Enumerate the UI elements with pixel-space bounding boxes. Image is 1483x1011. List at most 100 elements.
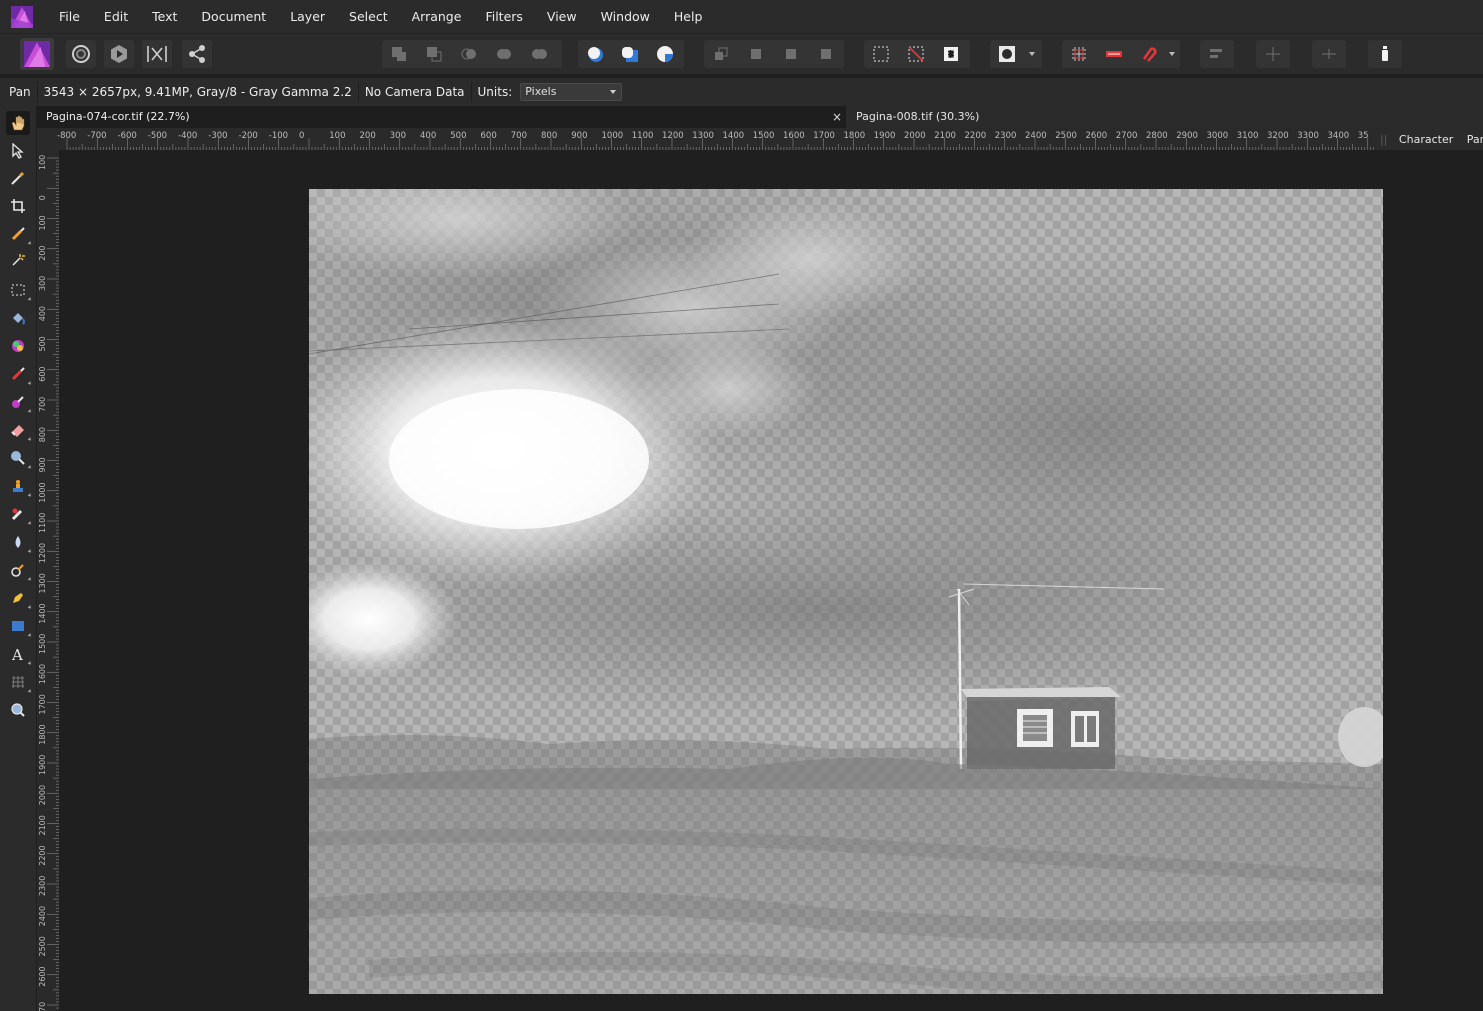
ruler-label: 1100	[38, 513, 47, 533]
boolean-subtract-button[interactable]	[419, 40, 449, 68]
boolean-intersect-button[interactable]	[454, 40, 484, 68]
ruler-label: 1200	[662, 131, 684, 141]
invert-selection-button[interactable]	[936, 40, 966, 68]
flood-select-tool[interactable]	[6, 248, 30, 272]
text-tool[interactable]: A	[6, 642, 33, 666]
menu-edit[interactable]: Edit	[92, 0, 140, 33]
horizontal-ruler[interactable]: -800 -700 -600 -500 -400 -300 -200 -100 0 100 200 3…	[37, 128, 1374, 150]
menu-filters[interactable]: Filters	[473, 0, 534, 33]
magnet-button[interactable]	[1134, 40, 1164, 68]
menu-select[interactable]: Select	[337, 0, 400, 33]
ruler-label: -800	[57, 131, 76, 141]
document-info: 3543 × 2657px, 9.41MP, Gray/8 - Gray Gam…	[43, 85, 352, 99]
boolean-divide-button[interactable]	[524, 40, 554, 68]
ruler-label: 200	[38, 245, 47, 260]
square-mask-button[interactable]	[615, 40, 645, 68]
move-tool[interactable]	[6, 139, 30, 163]
rectangle-tool[interactable]	[6, 614, 33, 638]
healing-brush-tool[interactable]	[6, 502, 33, 526]
text-tool-icon: A	[11, 646, 23, 662]
persona-tone-mapping-button[interactable]	[142, 40, 172, 68]
grid-button[interactable]	[1064, 40, 1094, 68]
gradient-tool[interactable]	[6, 334, 30, 358]
smudge-brush-tool[interactable]	[6, 558, 33, 582]
document-canvas[interactable]	[59, 150, 1483, 1011]
ruler-label: 1500	[38, 634, 47, 654]
menu-document[interactable]: Document	[189, 0, 278, 33]
camera-data: No Camera Data	[364, 85, 465, 99]
affinity-photo-logo-icon[interactable]	[11, 5, 33, 28]
marquee-tool[interactable]	[6, 278, 33, 302]
order-backward-button[interactable]	[741, 40, 771, 68]
ruler-label: -500	[148, 131, 167, 141]
persona-develop-button[interactable]	[104, 40, 134, 68]
mesh-warp-tool[interactable]	[6, 670, 33, 694]
ellipse-mask-button[interactable]	[580, 40, 610, 68]
erase-brush-tool[interactable]	[6, 418, 33, 442]
persona-export-button[interactable]	[182, 40, 212, 68]
transform-button[interactable]	[1312, 40, 1346, 68]
assistant-button[interactable]	[1368, 40, 1402, 68]
tab-label: Pagina-074-cor.tif (22.7%)	[46, 110, 190, 123]
order-back-button[interactable]	[706, 40, 736, 68]
menu-file[interactable]: File	[47, 0, 92, 33]
boolean-xor-icon	[497, 49, 511, 59]
close-icon[interactable]: ×	[832, 106, 842, 128]
ruler-label: -600	[118, 131, 137, 141]
tab-character[interactable]: Character	[1399, 133, 1453, 146]
marquee-select-button[interactable]	[866, 40, 896, 68]
snap-button[interactable]	[1099, 40, 1129, 68]
ruler-label: 1300	[38, 573, 47, 593]
quick-mask-icon	[657, 46, 673, 62]
color-replace-tool[interactable]	[6, 390, 33, 414]
deselect-button[interactable]	[901, 40, 931, 68]
units-dropdown[interactable]: Pixels	[520, 83, 623, 101]
boolean-xor-button[interactable]	[489, 40, 519, 68]
tab-pagina-074[interactable]: Pagina-074-cor.tif (22.7%) ×	[36, 106, 846, 128]
order-front-button[interactable]	[811, 40, 841, 68]
menu-window[interactable]: Window	[589, 0, 662, 33]
ruler-label: 300	[38, 276, 47, 291]
fill-tool[interactable]	[6, 306, 30, 330]
menu-layer[interactable]: Layer	[278, 0, 337, 33]
ruler-label: 1600	[783, 131, 805, 141]
pen-tool[interactable]	[6, 586, 33, 610]
ruler-label: 2400	[1025, 131, 1047, 141]
clone-brush-tool[interactable]	[6, 474, 33, 498]
menu-arrange[interactable]: Arrange	[400, 0, 474, 33]
menu-text[interactable]: Text	[140, 0, 189, 33]
menu-help[interactable]: Help	[662, 0, 715, 33]
snap-dropdown-caret[interactable]	[1169, 52, 1175, 56]
color-picker-tool[interactable]	[6, 166, 30, 190]
mask-circle-button[interactable]	[992, 40, 1022, 68]
paint-brush-tool[interactable]	[6, 362, 33, 386]
hand-tool[interactable]	[6, 111, 30, 135]
selection-brush-tool[interactable]	[6, 222, 33, 246]
vertical-ruler[interactable]: 1000100200300400500600700800900100011001…	[37, 150, 59, 1011]
zoom-tool[interactable]	[6, 698, 30, 722]
ruler-label: 1700	[38, 694, 47, 714]
persona-photo-button[interactable]	[20, 38, 54, 70]
dodge-brush-tool[interactable]	[6, 446, 33, 470]
menu-view[interactable]: View	[535, 0, 589, 33]
ruler-label: 1200	[38, 543, 47, 563]
mask-dropdown-caret[interactable]	[1029, 52, 1035, 56]
crop-tool[interactable]	[6, 194, 30, 218]
ruler-label: 300	[390, 131, 406, 141]
tab-paragraph[interactable]: Paragr	[1467, 133, 1483, 146]
align-button[interactable]	[1200, 40, 1234, 68]
quick-mask-button[interactable]	[650, 40, 680, 68]
ruler-label: 270	[38, 1002, 47, 1011]
tab-pagina-008[interactable]: Pagina-008.tif (30.3%)	[846, 106, 1146, 128]
ruler-label: 2300	[995, 131, 1017, 141]
boolean-add-button[interactable]	[384, 40, 414, 68]
context-toolbar: Pan 3543 × 2657px, 9.41MP, Gray/8 - Gray…	[0, 78, 1483, 106]
document-image[interactable]	[309, 189, 1383, 994]
distribute-button[interactable]	[1256, 40, 1290, 68]
hand-tool-icon	[11, 115, 25, 131]
persona-liquify-button[interactable]	[66, 40, 96, 68]
ruler-label: -200	[239, 131, 258, 141]
blur-brush-tool[interactable]	[6, 530, 33, 554]
order-forward-button[interactable]	[776, 40, 806, 68]
distribute-icon	[1266, 47, 1280, 61]
